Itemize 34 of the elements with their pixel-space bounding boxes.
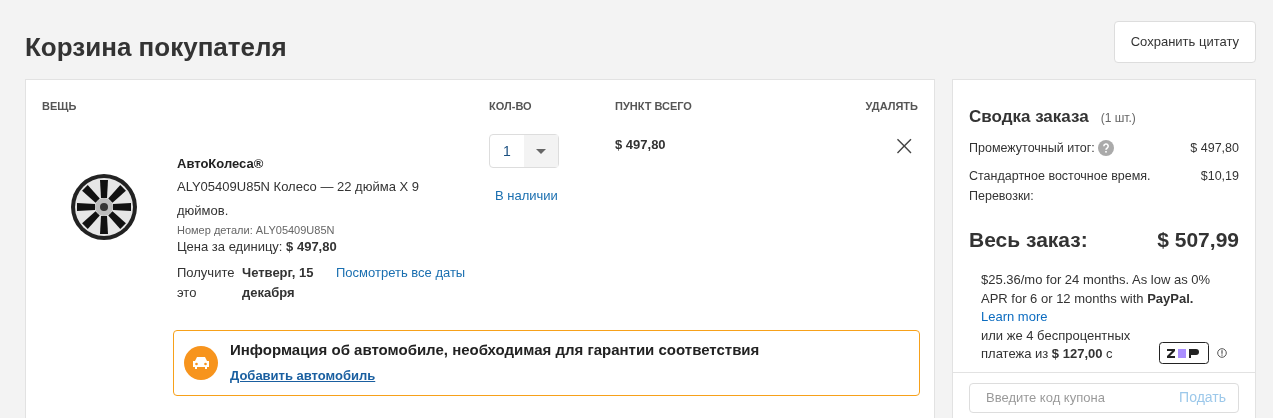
- item-count: (1 шт.): [1100, 110, 1136, 127]
- column-header: УДАЛЯТЬ: [865, 99, 918, 114]
- summary-value: $ 497,80: [1190, 139, 1239, 157]
- zip-logo-icon: [1159, 341, 1209, 364]
- notice-title: Информация об автомобиле, необходимая для гарантии соответствия: [230, 339, 760, 360]
- remove-button[interactable]: ×: [892, 134, 916, 158]
- summary-title: Сводка заказа: [969, 106, 1089, 128]
- zip-text: или же 4 беспроцентных платежа из $ 127,00 с: [981, 326, 1132, 363]
- column-header: КОЛ-ВО: [489, 99, 533, 114]
- product-name: ALY05409U85N Колесо — 22 дюйма X 9 дюймов.: [177, 178, 420, 220]
- paypal-text: $25.36/mo for 24 months. As low as 0% APR for 6 or 12 months with PayPal.: [981, 271, 1212, 308]
- column-header: ПУНКТ ВСЕГО: [615, 99, 693, 114]
- page-title: Корзина покупателя: [25, 31, 287, 64]
- caret-icon: [536, 148, 546, 154]
- item-total: $ 497,80: [615, 136, 667, 154]
- summary-label: Стандартное восточное время. Перевозки:: [969, 167, 1152, 205]
- add-vehicle-link[interactable]: Добавить автомобиль: [230, 366, 376, 386]
- save-quote-button[interactable]: Сохранить цитату: [1113, 21, 1256, 63]
- column-header: ВЕЩЬ: [42, 99, 78, 114]
- info-icon[interactable]: [1217, 347, 1227, 358]
- car-icon: [184, 346, 218, 380]
- unit-price: Цена за единицу: $ 497,80: [177, 238, 338, 256]
- all-dates-link[interactable]: Посмотреть все даты: [336, 263, 466, 303]
- delivery-date: Четверг, 15 декабря: [242, 264, 315, 302]
- quantity-dropdown[interactable]: 1: [489, 134, 559, 168]
- delivery-label: Получите это: [177, 264, 236, 302]
- brand-name: АвтоКолеса®: [177, 155, 265, 173]
- summary-label: Промежуточный итог:: [969, 139, 1095, 157]
- total-label: Весь заказ:: [969, 226, 1088, 253]
- total-value: $ 507,99: [1157, 226, 1239, 253]
- stock-status: В наличии: [495, 187, 559, 205]
- summary-value: $10,19: [1200, 167, 1239, 185]
- learn-more-link[interactable]: Learn more: [981, 309, 1048, 324]
- part-number: Номер детали: ALY05409U85N: [177, 223, 336, 237]
